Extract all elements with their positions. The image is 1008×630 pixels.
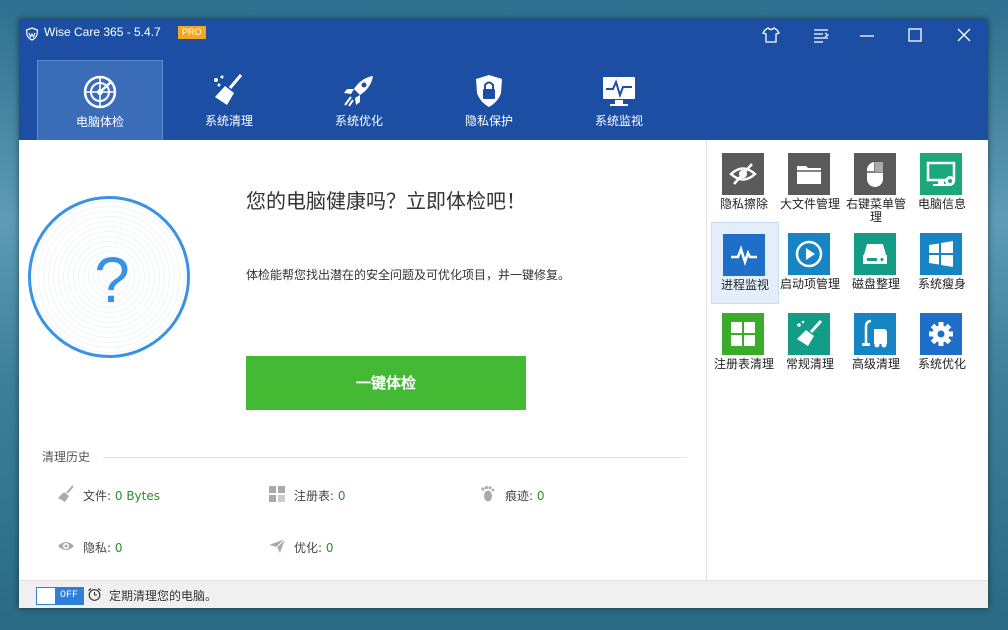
computer-gear-icon: [920, 153, 962, 195]
play-icon: [788, 233, 830, 275]
radar-icon: [83, 75, 117, 109]
scheduled-clean-toggle[interactable]: OFF: [36, 587, 84, 605]
history-traces-label: 痕迹:: [505, 489, 534, 503]
eye-slash-icon: [722, 153, 764, 195]
history-registry-label: 注册表:: [294, 489, 335, 503]
schedule-text: 定期清理您的电脑。: [109, 589, 218, 603]
skin-button[interactable]: [761, 25, 781, 45]
tool-label: 进程监视: [720, 278, 769, 292]
footprint-icon: [481, 486, 495, 502]
tool-disk-defrag[interactable]: 磁盘整理: [843, 222, 909, 302]
registry-icon: [269, 486, 285, 502]
alarm-clock-icon: [88, 588, 101, 601]
toggle-state: OFF: [55, 588, 83, 604]
tool-system-slimming[interactable]: 系统瘦身: [909, 222, 975, 302]
app-title: Wise Care 365 - 5.4.7: [44, 25, 161, 39]
paper-plane-icon: [269, 538, 286, 553]
disk-icon: [854, 233, 896, 275]
minimize-button[interactable]: [857, 25, 877, 45]
tool-privacy-eraser[interactable]: 隐私擦除: [711, 142, 777, 222]
tab-system-monitor[interactable]: 系统监视: [557, 60, 681, 139]
divider: [103, 457, 687, 458]
tool-label: 系统优化: [917, 357, 966, 371]
eye-icon: [58, 542, 74, 550]
tool-registry-clean[interactable]: 注册表清理: [711, 302, 777, 382]
history-privacy-label: 隐私:: [83, 541, 112, 555]
tool-common-clean[interactable]: 常规清理: [777, 302, 843, 382]
tab-pc-checkup[interactable]: 电脑体检: [37, 60, 163, 140]
history-traces-value: 0: [536, 489, 545, 503]
tool-label: 电脑信息: [917, 197, 966, 211]
history-privacy-value: 0: [114, 541, 123, 555]
tool-label: 系统瘦身: [917, 277, 966, 291]
checkup-headline: 您的电脑健康吗？立即体检吧！: [246, 189, 526, 213]
title-bar: Wise Care 365 - 5.4.7 PRO 电脑体检 系统清理 系统优化…: [19, 19, 988, 140]
tab-label: 系统清理: [204, 114, 253, 128]
checkup-description: 体检能帮您找出潜在的安全问题及可优化项目，并一键修复。: [246, 268, 571, 282]
close-icon: [957, 28, 971, 42]
close-button[interactable]: [954, 25, 974, 45]
tool-label: 注册表清理: [713, 357, 774, 371]
registry-grid-icon: [722, 313, 764, 355]
clean-history-title: 清理历史: [42, 450, 91, 464]
broom-icon: [58, 485, 74, 502]
tab-label: 隐私保护: [464, 114, 513, 128]
tool-system-optimize[interactable]: 系统优化: [909, 302, 975, 382]
tab-label: 系统监视: [594, 114, 643, 128]
tool-label: 高级清理: [851, 357, 900, 371]
menu-icon: [814, 29, 829, 43]
mouse-icon: [854, 153, 896, 195]
minimize-icon: [860, 35, 874, 37]
tool-large-file-manager[interactable]: 大文件管理: [777, 142, 843, 222]
tshirt-icon: [761, 27, 781, 43]
tool-label: 大文件管理: [779, 197, 840, 211]
tool-context-menu[interactable]: 右键菜单管理: [843, 142, 909, 224]
lock-shield-icon: [476, 75, 502, 107]
pro-badge: PRO: [178, 26, 206, 39]
tools-panel: 隐私擦除 大文件管理 右键菜单管理 电脑信息 进程监视 启动项管理 磁盘整理 系…: [707, 140, 988, 580]
broom-icon: [214, 74, 243, 105]
broom-icon: [788, 313, 830, 355]
tool-advanced-clean[interactable]: 高级清理: [843, 302, 909, 382]
tool-label: 常规清理: [785, 357, 834, 371]
vacuum-icon: [854, 313, 896, 355]
one-click-checkup-button[interactable]: 一键体检: [246, 356, 526, 410]
tab-privacy[interactable]: 隐私保护: [427, 60, 551, 139]
tab-system-clean[interactable]: 系统清理: [167, 60, 291, 139]
tool-label: 隐私擦除: [719, 197, 768, 211]
tool-label: 右键菜单管理: [845, 197, 906, 224]
health-status-circle: ?: [28, 196, 190, 358]
folder-icon: [788, 153, 830, 195]
history-files-label: 文件:: [83, 489, 112, 503]
history-optimize-value: 0: [325, 541, 334, 555]
unknown-status-icon: ?: [94, 244, 130, 316]
monitor-pulse-icon: [603, 77, 635, 106]
maximize-icon: [908, 28, 922, 42]
rocket-icon: [344, 76, 373, 107]
app-logo-icon: [25, 27, 39, 41]
toggle-knob: [38, 589, 54, 603]
gear-icon: [920, 313, 962, 355]
maximize-button[interactable]: [905, 25, 925, 45]
tool-label: 启动项管理: [779, 277, 840, 291]
status-bar: OFF 定期清理您的电脑。: [19, 580, 988, 608]
tab-label: 电脑体检: [75, 115, 124, 129]
app-window: Wise Care 365 - 5.4.7 PRO 电脑体检 系统清理 系统优化…: [19, 19, 988, 608]
checkup-panel: ? 您的电脑健康吗？立即体检吧！ 体检能帮您找出潜在的安全问题及可优化项目，并一…: [19, 140, 706, 580]
tool-process-monitor[interactable]: 进程监视: [711, 222, 779, 304]
tool-pc-info[interactable]: 电脑信息: [909, 142, 975, 222]
pulse-icon: [723, 234, 765, 276]
history-registry-value: 0: [337, 489, 346, 503]
windows-icon: [920, 233, 962, 275]
tool-startup-manager[interactable]: 启动项管理: [777, 222, 843, 302]
history-optimize-label: 优化:: [294, 541, 323, 555]
menu-button[interactable]: [811, 25, 831, 45]
tool-label: 磁盘整理: [851, 277, 900, 291]
tab-system-optimize[interactable]: 系统优化: [297, 60, 421, 139]
history-files-value: 0 Bytes: [114, 489, 160, 503]
tab-label: 系统优化: [334, 114, 383, 128]
